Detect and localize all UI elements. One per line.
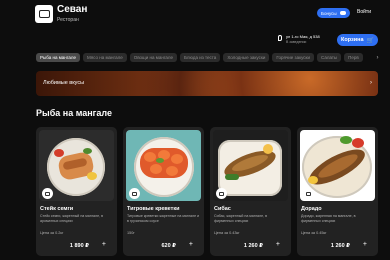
tab-hot-snacks[interactable]: Горячие закуски — [272, 53, 315, 62]
promo-banner[interactable]: Любимые вкусы › — [36, 71, 378, 96]
login-link[interactable]: Войти — [357, 9, 371, 15]
restaurant-badge-icon — [129, 188, 140, 199]
add-to-cart-plus-icon[interactable]: + — [102, 241, 106, 248]
location-pin-icon — [278, 35, 282, 41]
chevron-right-icon[interactable]: › — [373, 53, 382, 62]
category-tabs: Рыба на мангале Мясо на мангале Овощи на… — [36, 53, 363, 63]
tab-salads[interactable]: Салаты — [317, 53, 342, 62]
product-description: Стейк семги, жаренный на мангале, в аром… — [40, 214, 103, 223]
restaurant-logo[interactable] — [35, 5, 53, 23]
product-card[interactable]: Тигровые креветки Тигровые креветки жаре… — [123, 127, 204, 256]
product-card[interactable]: Стейк семги Стейк семги, жаренный на ман… — [36, 127, 117, 256]
add-to-cart-plus-icon[interactable]: + — [363, 241, 367, 248]
product-image — [213, 130, 288, 201]
bonus-label: Бонусы — [321, 10, 337, 16]
bonus-toggle-icon — [339, 11, 346, 15]
basket-icon: 🛒 — [366, 37, 374, 44]
tab-fish-grill[interactable]: Рыба на мангале — [36, 53, 80, 62]
delivery-mode: В заведении — [286, 40, 307, 44]
tab-first-courses[interactable]: Перв — [344, 53, 363, 62]
restaurant-badge-icon — [42, 188, 53, 199]
product-card[interactable]: Сибас Сибас, жаренный на мангале, в фирм… — [210, 127, 291, 256]
delivery-address: ул 1-го Мая, д 538 — [286, 34, 320, 39]
brand-subtitle: Ресторан — [57, 17, 79, 23]
product-price: 1 890 ₽ — [69, 243, 89, 249]
product-name: Дорадо — [301, 206, 322, 212]
product-image — [126, 130, 201, 201]
tab-vegetables-grill[interactable]: Овощи на мангале — [129, 53, 178, 62]
product-weight: Цена за 0.2кг — [40, 231, 64, 235]
product-weight: Цена за 0.45кг — [301, 231, 327, 235]
product-name: Стейк семги — [40, 206, 74, 212]
tab-cold-snacks[interactable]: Холодные закуски — [223, 53, 270, 62]
product-weight: Цена за 0.43кг — [214, 231, 240, 235]
cart-label: Корзина — [341, 37, 364, 43]
header: Севан Ресторан Бонусы Войти — [0, 0, 390, 30]
product-image — [300, 130, 375, 201]
product-card[interactable]: Дорадо Дорадо, жаренная на мангале, в фи… — [297, 127, 378, 256]
cart-button[interactable]: Корзина 🛒 — [337, 34, 378, 46]
product-description: Тигровые креветки жаренные на мангале и … — [127, 214, 200, 223]
product-description: Дорадо, жаренная на мангале, в фирменных… — [301, 214, 356, 223]
product-name: Тигровые креветки — [127, 206, 180, 212]
product-name: Сибас — [214, 206, 231, 212]
product-price: 1 260 ₽ — [243, 243, 263, 249]
tab-dough-dishes[interactable]: Блюда из теста — [180, 53, 221, 62]
bonus-button[interactable]: Бонусы — [317, 8, 350, 18]
product-image — [39, 130, 114, 201]
product-weight: 150г — [127, 231, 135, 235]
delivery-address-selector[interactable]: ул 1-го Мая, д 538 В заведении — [278, 33, 332, 46]
banner-title: Любимые вкусы — [43, 80, 85, 86]
brand-name: Севан — [57, 4, 88, 15]
add-to-cart-plus-icon[interactable]: + — [189, 241, 193, 248]
tab-meat-grill[interactable]: Мясо на мангале — [82, 53, 127, 62]
chevron-right-icon: › — [370, 80, 372, 86]
product-price: 1 260 ₽ — [330, 243, 350, 249]
restaurant-badge-icon — [216, 188, 227, 199]
section-title: Рыба на мангале — [36, 108, 113, 118]
add-to-cart-plus-icon[interactable]: + — [276, 241, 280, 248]
product-description: Сибас, жаренный на мангале, в фирменных … — [214, 214, 267, 223]
product-price: 620 ₽ — [161, 243, 176, 249]
restaurant-badge-icon — [303, 188, 314, 199]
